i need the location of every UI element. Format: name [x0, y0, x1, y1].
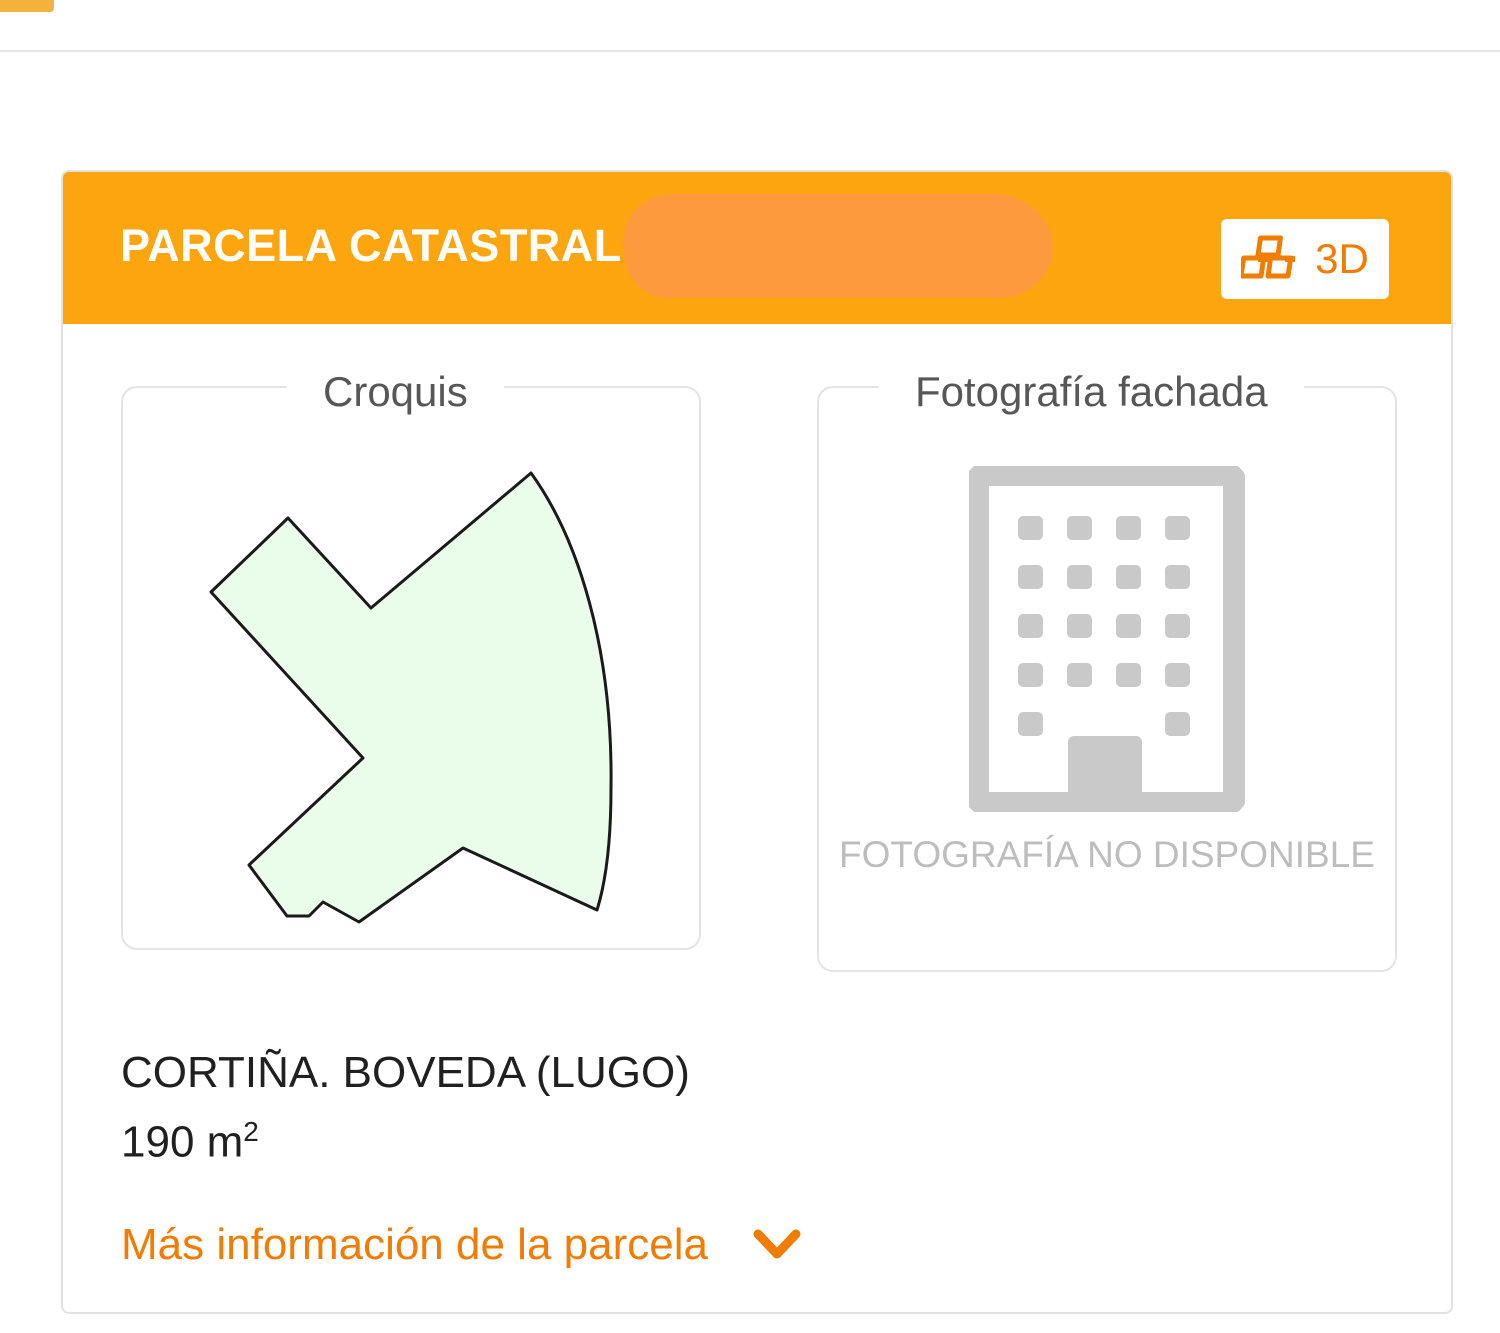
- parcel-address: CORTIÑA. BOVEDA (LUGO): [121, 1048, 690, 1097]
- croquis-panel: Croquis: [121, 371, 703, 952]
- more-info-label: Más información de la parcela: [121, 1220, 708, 1269]
- building-icon: [969, 466, 1245, 812]
- card-header: PARCELA CATASTRAL 3D: [63, 172, 1451, 324]
- redacted-address-line: [121, 998, 641, 1016]
- view-3d-label: 3D: [1315, 235, 1369, 282]
- top-divider: [0, 50, 1500, 52]
- more-info-link[interactable]: Más información de la parcela: [121, 1220, 802, 1270]
- top-tab-stub: [0, 0, 54, 12]
- cubes-icon: [1241, 235, 1296, 279]
- parcel-outline: [209, 471, 613, 924]
- photo-not-available: FOTOGRAFÍA NO DISPONIBLE: [839, 834, 1375, 875]
- parcel-area: 190 m2: [121, 1116, 259, 1168]
- chevron-down-icon: [753, 1229, 801, 1259]
- fachada-legend: Fotografía fachada: [879, 371, 1304, 413]
- parcel-sketch[interactable]: [123, 388, 703, 952]
- parcel-card: PARCELA CATASTRAL 3D Croquis Fotografía …: [61, 170, 1453, 1314]
- card-title: PARCELA CATASTRAL: [120, 220, 622, 271]
- area-value: 190 m: [121, 1117, 244, 1167]
- redacted-reference: [623, 194, 1053, 298]
- view-3d-button[interactable]: 3D: [1221, 219, 1389, 299]
- area-exponent: 2: [243, 1116, 259, 1147]
- fachada-panel: Fotografía fachada FOTOGRAFÍA NO DISPONI…: [817, 371, 1397, 972]
